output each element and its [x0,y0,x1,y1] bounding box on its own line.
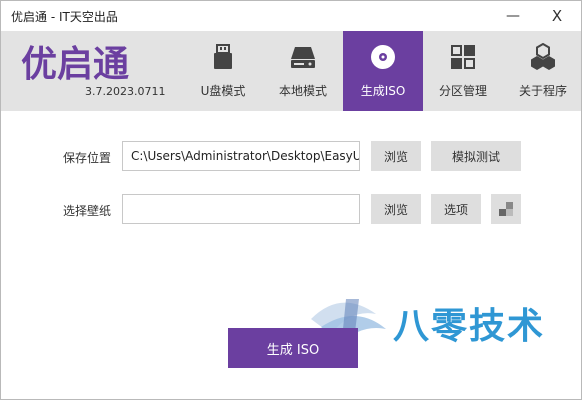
header-bar: 优启通 3.7.2023.0711 U盘模式 本地模式 生成ISO 分区管理 关… [1,31,581,111]
grid-icon [451,45,475,69]
window-title: 优启通 - IT天空出品 [11,10,118,24]
save-location-browse-button[interactable]: 浏览 [371,141,421,171]
logo: 优启通 [21,44,129,83]
title-bar: 优启通 - IT天空出品 — X [1,1,581,31]
generate-iso-button[interactable]: 生成 ISO [228,328,358,368]
tab-generate-iso[interactable]: 生成ISO [343,31,423,111]
minimize-button[interactable]: — [497,1,529,31]
checker-icon [499,202,513,216]
tab-usb-mode-label: U盘模式 [200,84,246,98]
tab-partition-manager-label: 分区管理 [438,84,487,98]
wallpaper-browse-button[interactable]: 浏览 [371,194,421,224]
usb-drive-icon [214,44,232,69]
save-location-field[interactable]: C:\Users\Administrator\Desktop\EasyU_ [122,141,360,171]
wallpaper-label: 选择壁纸 [63,204,112,218]
tab-about-label: 关于程序 [518,84,567,98]
logo-text: 优启通 [21,44,129,83]
close-button[interactable]: X [541,1,573,31]
version-label: 3.7.2023.0711 [85,85,166,98]
tab-generate-iso-label: 生成ISO [360,84,406,98]
app-window: 优启通 - IT天空出品 — X 优启通 3.7.2023.0711 U盘模式 [0,0,582,400]
simulate-test-button[interactable]: 模拟测试 [431,141,521,171]
wallpaper-preview-button[interactable] [491,194,521,224]
tab-local-mode[interactable]: 本地模式 [263,31,343,111]
wallpaper-options-button[interactable]: 选项 [431,194,481,224]
save-location-label: 保存位置 [63,151,112,165]
hard-drive-icon [291,47,315,68]
watermark-text: 八零技术 [393,306,546,347]
tab-usb-mode[interactable]: U盘模式 [183,31,263,111]
disc-icon [371,45,395,69]
tab-partition-manager[interactable]: 分区管理 [423,31,503,111]
tab-about[interactable]: 关于程序 [503,31,582,111]
tab-local-mode-label: 本地模式 [278,84,327,98]
wallpaper-field[interactable] [122,194,360,224]
nav-bar: U盘模式 本地模式 生成ISO 分区管理 关于程序 [183,31,582,111]
hexagons-icon [531,43,555,70]
